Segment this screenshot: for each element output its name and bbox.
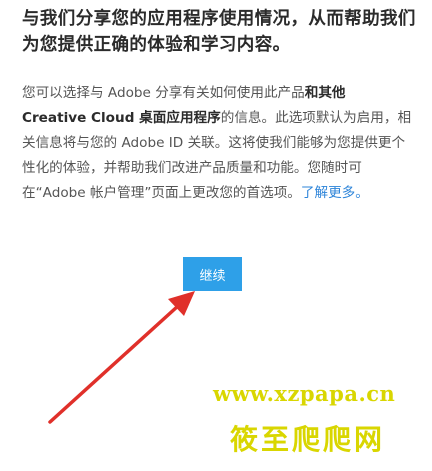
watermark-url: www.xzpapa.cn (213, 381, 396, 406)
dialog-body-text: 您可以选择与 Adobe 分享有关如何使用此产品和其他 Creative Clo… (22, 81, 414, 206)
body-text-part1: 您可以选择与 Adobe 分享有关如何使用此产品 (22, 85, 305, 101)
learn-more-link[interactable]: 了解更多。 (301, 185, 369, 201)
continue-button[interactable]: 继续 (183, 257, 242, 291)
watermark-site-name: 筱至爬爬网 (230, 423, 386, 456)
adobe-data-sharing-dialog: 与我们分享您的应用程序使用情况，从而帮助我们为您提供正确的体验和学习内容。 您可… (0, 0, 432, 471)
dialog-heading: 与我们分享您的应用程序使用情况，从而帮助我们为您提供正确的体验和学习内容。 (22, 9, 416, 55)
